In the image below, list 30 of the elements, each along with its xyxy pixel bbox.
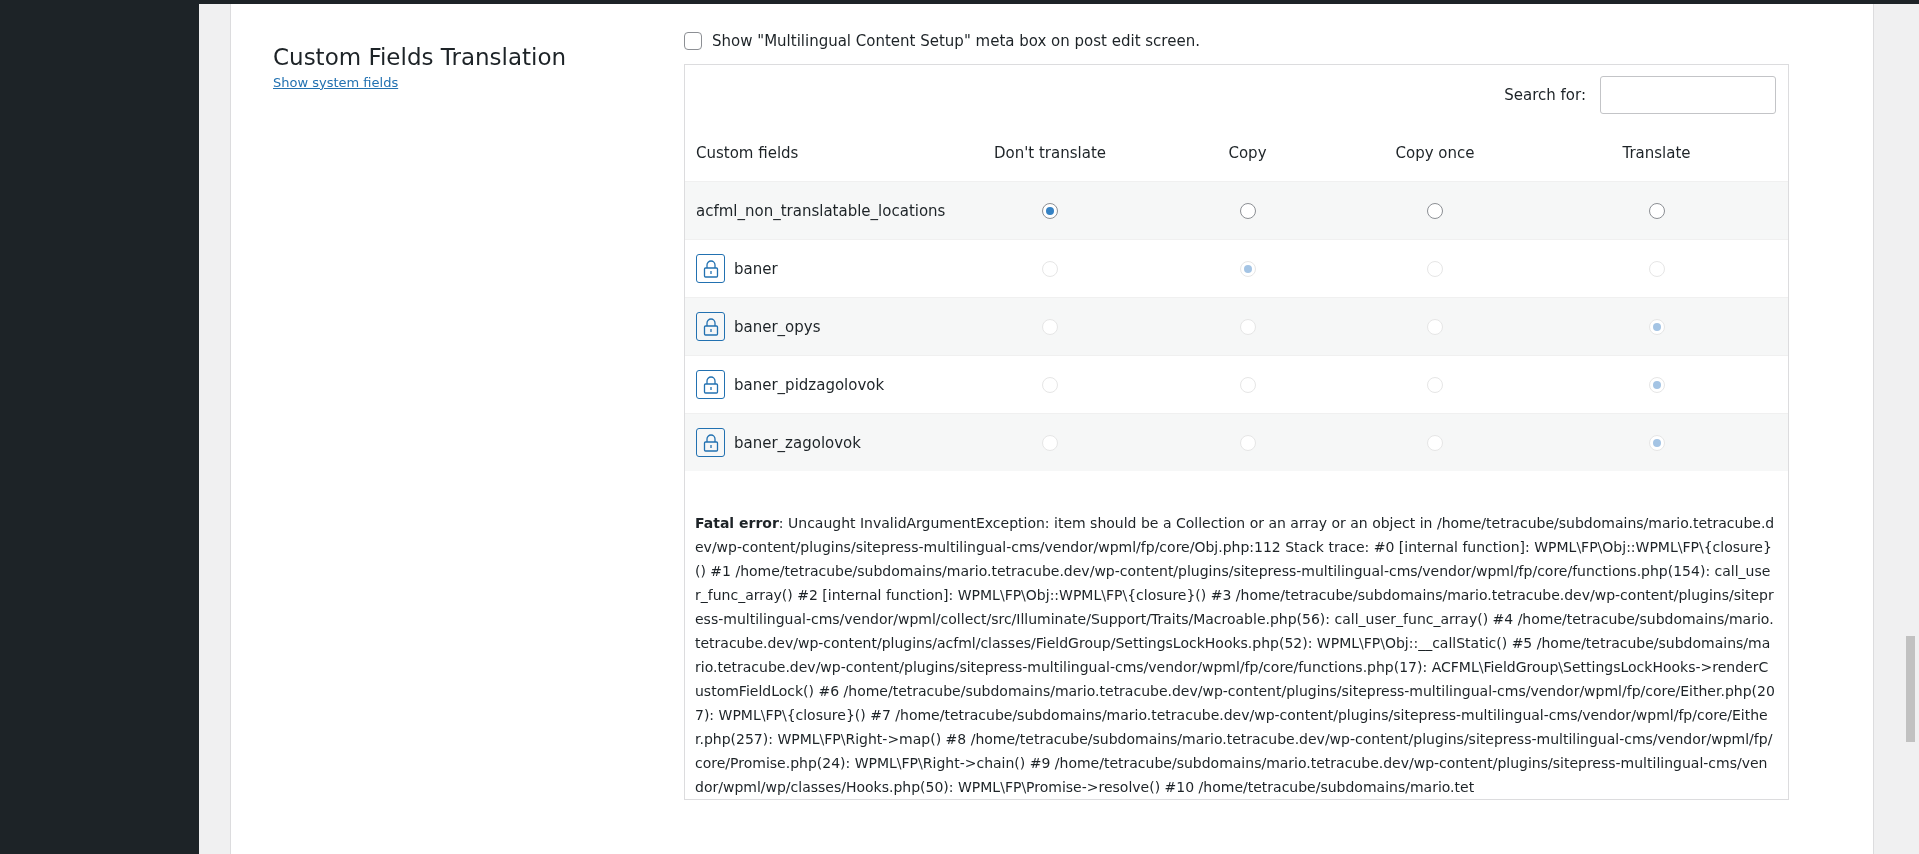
checkbox[interactable] <box>684 32 702 50</box>
scrollbar-thumb[interactable] <box>1906 636 1915 742</box>
field-name: baner_opys <box>734 317 821 336</box>
search-label: Search for: <box>1504 86 1586 104</box>
field-name: acfml_non_translatable_locations <box>696 201 946 220</box>
column-header: Copy once <box>1394 144 1476 162</box>
padlock-icon <box>702 433 719 452</box>
padlock-icon <box>702 375 719 394</box>
column-header: Don't translate <box>992 144 1107 162</box>
lock-button[interactable] <box>696 312 725 341</box>
padlock-icon <box>702 259 719 278</box>
lock-button[interactable] <box>696 428 725 457</box>
radio-button[interactable] <box>1239 202 1256 219</box>
search-field[interactable] <box>1600 76 1776 114</box>
column-header: Custom fields <box>695 144 800 162</box>
field-name: baner_zagolovok <box>734 433 861 452</box>
section-title: Custom Fields Translation <box>273 44 568 72</box>
lock-button[interactable] <box>696 254 725 283</box>
show-system-fields-link[interactable]: Show system fields <box>273 74 399 90</box>
lock-button[interactable] <box>696 370 725 399</box>
column-header: Translate <box>1621 144 1692 162</box>
fatal-error-message: Fatal error: Uncaught InvalidArgumentException: item should be a Collection or an array or an object in /home/tetracube/subdomains/mario.tetracube.dev/wp-content/plugins/sitepress-multilingual-cms/vendor/wpml/fp/core/Obj.php:112 Stack trace: #0 [internal function]: WPML\FP\Obj::WPML\FP\{closure}() #1 /home/tetracube/subdomains/mario.tetracube.dev/wp-content/plugins/sitepress-multilingual-cms/vendor/wpml/fp/core/functions.php(154): call_user_func_array() #2 [internal function]: WPML\FP\Obj::WPML\FP\{closure}() #3 /home/tetracube/subdomains/mario.tetracube.dev/wp-content/plugins/sitepress-multilingual-cms/vendor/wpml/collect/src/Illuminate/Support/Traits/Macroable.php(56): call_user_func_array() #4 /home/tetracube/subdomains/mario.tetracube.dev/wp-content/plugins/acfml/classes/FieldGroup/SettingsLockHooks.php(52): WPML\FP\Obj::__callStatic() #5 /home/tetracube/subdomains/mario.tetracube.dev/wp-content/plugins/sitepress-multilingual-cms/vendor/wpml/fp/core/functions.php(17): ACFML\FieldGroup\SettingsLockHooks->renderCustomFieldLock() #6 /home/tetracube/subdomains/mario.tetracube.dev/wp-content/plugins/sitepress-multilingual-cms/vendor/wpml/fp/core/Either.php(207): WPML\FP\{closure}() #7 /home/tetracube/subdomains/mario.tetracube.dev/wp-content/plugins/sitepress-multilingual-cms/vendor/wpml/fp/core/Either.php(257): WPML\FP\Right->map() #8 /home/tetracube/subdomains/mario.tetracube.dev/wp-content/plugins/sitepress-multilingual-cms/vendor/wpml/fp/core/Promise.php(24): WPML\FP\Right->chain() #9 /home/tetracube/subdomains/mario.tetracube.dev/wp-content/plugins/sitepress-multilingual-cms/vendor/wpml/wp/classes/Hooks.php(50): WPML\FP\Promise->resolve() #10 /home/tetracube/subdomains/mario.tet <box>694 514 1776 797</box>
field-name: baner_pidzagolovok <box>734 375 885 394</box>
column-header: Copy <box>1227 144 1268 162</box>
padlock-icon <box>702 317 719 336</box>
radio-button[interactable] <box>1042 202 1058 219</box>
checkbox-label: Show "Multilingual Content Setup" meta box on post edit screen. <box>712 32 1200 50</box>
field-name: baner <box>734 259 778 278</box>
radio-button[interactable] <box>1648 202 1665 219</box>
radio-button[interactable] <box>1427 202 1443 219</box>
